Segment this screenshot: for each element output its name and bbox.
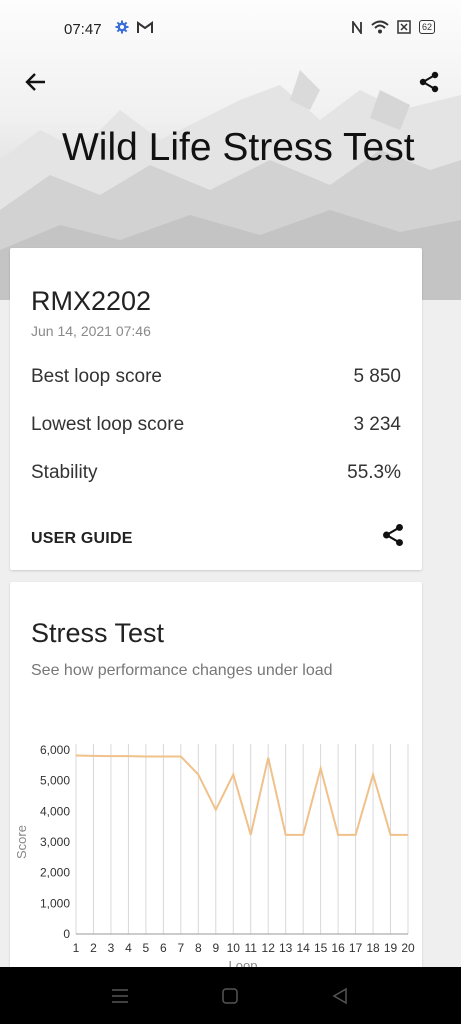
x-tick-label: 1 [73, 941, 80, 955]
x-tick-label: 5 [143, 941, 150, 955]
status-bar: 07:47 62 [0, 0, 461, 60]
section-title: Stress Test [31, 618, 165, 648]
share-button[interactable] [413, 66, 445, 98]
x-tick-label: 11 [245, 941, 258, 955]
row-value: 3 234 [353, 414, 401, 435]
row-label: Best loop score [31, 366, 162, 387]
status-time: 07:47 [64, 21, 102, 38]
row-label: Lowest loop score [31, 414, 185, 435]
y-tick-label: 2,000 [40, 866, 70, 880]
share-icon [383, 523, 403, 547]
home-square-icon [222, 988, 238, 1004]
nfc-icon [352, 20, 362, 34]
row-value: 55.3% [347, 462, 401, 483]
share-result-button[interactable] [378, 520, 408, 550]
x-tick-label: 18 [366, 941, 380, 955]
y-tick-label: 4,000 [40, 804, 70, 818]
x-tick-label: 4 [125, 941, 132, 955]
recents-button[interactable] [109, 985, 131, 1007]
row-value: 5 850 [353, 366, 401, 387]
menu-icon [112, 989, 128, 1003]
x-tick-label: 13 [279, 941, 293, 955]
x-tick-label: 8 [195, 941, 202, 955]
back-nav-button[interactable] [329, 985, 351, 1007]
triangle-back-icon [332, 987, 347, 1005]
y-tick-label: 3,000 [40, 835, 70, 849]
wifi-icon [371, 20, 389, 34]
x-tick-label: 17 [349, 941, 363, 955]
gmail-icon [137, 20, 153, 33]
page-title: Wild Life Stress Test [62, 126, 415, 169]
x-tick-label: 15 [314, 941, 328, 955]
settings-gear-icon [115, 20, 129, 34]
test-date: Jun 14, 2021 07:46 [31, 323, 151, 339]
x-tick-label: 10 [227, 941, 241, 955]
home-button[interactable] [219, 985, 241, 1007]
y-axis-label: Score [14, 825, 29, 859]
x-tick-label: 6 [160, 941, 167, 955]
x-tick-label: 20 [401, 941, 415, 955]
stress-line-chart: 01,0002,0003,0004,0005,0006,000 12345678… [14, 743, 415, 972]
best-loop-score-row: Best loop score 5 850 [31, 366, 401, 388]
battery-indicator: 62 [418, 20, 435, 34]
arrow-left-icon [25, 73, 45, 91]
section-subtitle: See how performance changes under load [31, 662, 333, 679]
x-tick-label: 3 [108, 941, 115, 955]
y-tick-label: 1,000 [40, 896, 70, 910]
stress-test-card: Stress Test See how performance changes … [10, 582, 422, 982]
share-icon [419, 71, 439, 93]
x-tick-label: 7 [177, 941, 184, 955]
x-tick-label: 12 [262, 941, 276, 955]
x-tick-label: 16 [331, 941, 345, 955]
y-tick-label: 6,000 [40, 743, 70, 757]
navigation-bar [0, 967, 461, 1024]
row-label: Stability [31, 462, 98, 483]
stability-row: Stability 55.3% [31, 462, 401, 484]
back-button[interactable] [20, 66, 52, 98]
x-tick-label: 9 [212, 941, 219, 955]
x-tick-label: 2 [90, 941, 97, 955]
y-tick-label: 0 [63, 927, 70, 941]
y-tick-label: 5,000 [40, 774, 70, 788]
lowest-loop-score-row: Lowest loop score 3 234 [31, 414, 401, 436]
device-name: RMX2202 [31, 286, 152, 316]
user-guide-link[interactable]: USER GUIDE [31, 530, 133, 548]
x-tick-label: 19 [384, 941, 398, 955]
x-tick-label: 14 [296, 941, 310, 955]
series-line [75, 754, 408, 836]
no-sim-icon [397, 20, 411, 34]
result-summary-card: RMX2202 Jun 14, 2021 07:46 Best loop sco… [10, 248, 422, 570]
